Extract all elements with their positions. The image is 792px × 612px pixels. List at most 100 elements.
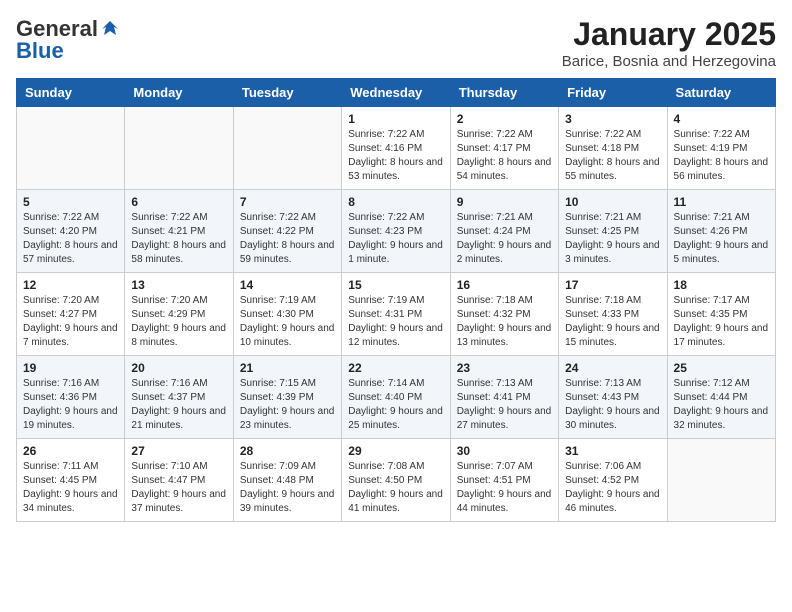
day-info: Sunrise: 7:22 AMSunset: 4:21 PMDaylight:… (131, 211, 226, 267)
calendar-week-row: 1Sunrise: 7:22 AMSunset: 4:16 PMDaylight… (17, 107, 776, 190)
calendar-cell: 3Sunrise: 7:22 AMSunset: 4:18 PMDaylight… (559, 107, 667, 190)
day-number: 8 (348, 195, 443, 209)
day-number: 11 (674, 195, 769, 209)
day-number: 5 (23, 195, 118, 209)
calendar-cell (17, 107, 125, 190)
logo-bird-icon (100, 19, 120, 39)
weekday-header: Wednesday (342, 79, 450, 107)
day-number: 4 (674, 112, 769, 126)
day-number: 17 (565, 278, 660, 292)
day-info: Sunrise: 7:09 AMSunset: 4:48 PMDaylight:… (240, 460, 335, 516)
day-number: 23 (457, 361, 552, 375)
calendar-cell: 18 Sunrise: 7:17 AMSunset: 4:35 PMDayligh… (667, 273, 775, 356)
calendar-cell: 26 Sunrise: 7:11 AMSunset: 4:45 PMDayligh… (17, 439, 125, 522)
title-block: January 2025 Barice, Bosnia and Herzegov… (562, 16, 776, 70)
day-number: 31 (565, 444, 660, 458)
calendar-cell: 10 Sunrise: 7:21 AMSunset: 4:25 PMDayligh… (559, 190, 667, 273)
weekday-header: Thursday (450, 79, 558, 107)
day-info: Sunrise: 7:19 AMSunset: 4:31 PMDaylight:… (348, 294, 443, 350)
calendar-cell: 24 Sunrise: 7:13 AMSunset: 4:43 PMDayligh… (559, 356, 667, 439)
day-number: 24 (565, 361, 660, 375)
calendar-cell: 4 Sunrise: 7:22 AMSunset: 4:19 PMDaylight… (667, 107, 775, 190)
logo-blue: Blue (16, 38, 64, 64)
day-info: Sunrise: 7:22 AMSunset: 4:19 PMDaylight:… (674, 128, 769, 184)
calendar-cell (233, 107, 341, 190)
calendar-week-row: 5Sunrise: 7:22 AMSunset: 4:20 PMDaylight… (17, 190, 776, 273)
day-number: 16 (457, 278, 552, 292)
location-subtitle: Barice, Bosnia and Herzegovina (562, 53, 776, 70)
day-number: 9 (457, 195, 552, 209)
page-header: General Blue January 2025 Barice, Bosnia… (16, 16, 776, 70)
day-info: Sunrise: 7:18 AMSunset: 4:33 PMDaylight:… (565, 294, 660, 350)
calendar-cell: 1Sunrise: 7:22 AMSunset: 4:16 PMDaylight… (342, 107, 450, 190)
calendar-cell: 31 Sunrise: 7:06 AMSunset: 4:52 PMDayligh… (559, 439, 667, 522)
calendar-cell: 5Sunrise: 7:22 AMSunset: 4:20 PMDaylight… (17, 190, 125, 273)
calendar-cell: 25 Sunrise: 7:12 AMSunset: 4:44 PMDayligh… (667, 356, 775, 439)
day-number: 25 (674, 361, 769, 375)
day-info: Sunrise: 7:08 AMSunset: 4:50 PMDaylight:… (348, 460, 443, 516)
day-info: Sunrise: 7:16 AMSunset: 4:37 PMDaylight:… (131, 377, 226, 433)
day-info: Sunrise: 7:21 AMSunset: 4:25 PMDaylight:… (565, 211, 660, 267)
day-number: 1 (348, 112, 443, 126)
calendar-cell: 6Sunrise: 7:22 AMSunset: 4:21 PMDaylight… (125, 190, 233, 273)
weekday-header-row: SundayMondayTuesdayWednesdayThursdayFrid… (17, 79, 776, 107)
day-number: 26 (23, 444, 118, 458)
day-info: Sunrise: 7:20 AMSunset: 4:27 PMDaylight:… (23, 294, 118, 350)
day-number: 7 (240, 195, 335, 209)
calendar-cell: 12 Sunrise: 7:20 AMSunset: 4:27 PMDayligh… (17, 273, 125, 356)
day-number: 19 (23, 361, 118, 375)
day-number: 30 (457, 444, 552, 458)
calendar-cell: 7 Sunrise: 7:22 AMSunset: 4:22 PMDaylight… (233, 190, 341, 273)
calendar-cell: 23 Sunrise: 7:13 AMSunset: 4:41 PMDayligh… (450, 356, 558, 439)
calendar-cell: 8 Sunrise: 7:22 AMSunset: 4:23 PMDaylight… (342, 190, 450, 273)
day-info: Sunrise: 7:20 AMSunset: 4:29 PMDaylight:… (131, 294, 226, 350)
day-info: Sunrise: 7:10 AMSunset: 4:47 PMDaylight:… (131, 460, 226, 516)
day-number: 22 (348, 361, 443, 375)
day-info: Sunrise: 7:21 AMSunset: 4:24 PMDaylight:… (457, 211, 552, 267)
day-info: Sunrise: 7:18 AMSunset: 4:32 PMDaylight:… (457, 294, 552, 350)
day-number: 27 (131, 444, 226, 458)
day-info: Sunrise: 7:15 AMSunset: 4:39 PMDaylight:… (240, 377, 335, 433)
day-info: Sunrise: 7:22 AMSunset: 4:23 PMDaylight:… (348, 211, 443, 267)
day-info: Sunrise: 7:16 AMSunset: 4:36 PMDaylight:… (23, 377, 118, 433)
day-info: Sunrise: 7:07 AMSunset: 4:51 PMDaylight:… (457, 460, 552, 516)
weekday-header: Tuesday (233, 79, 341, 107)
calendar-cell: 20Sunrise: 7:16 AMSunset: 4:37 PMDayligh… (125, 356, 233, 439)
day-info: Sunrise: 7:19 AMSunset: 4:30 PMDaylight:… (240, 294, 335, 350)
day-number: 29 (348, 444, 443, 458)
day-info: Sunrise: 7:13 AMSunset: 4:41 PMDaylight:… (457, 377, 552, 433)
calendar-cell: 19 Sunrise: 7:16 AMSunset: 4:36 PMDayligh… (17, 356, 125, 439)
day-number: 28 (240, 444, 335, 458)
day-number: 12 (23, 278, 118, 292)
calendar-cell: 2 Sunrise: 7:22 AMSunset: 4:17 PMDaylight… (450, 107, 558, 190)
day-info: Sunrise: 7:13 AMSunset: 4:43 PMDaylight:… (565, 377, 660, 433)
day-info: Sunrise: 7:11 AMSunset: 4:45 PMDaylight:… (23, 460, 118, 516)
day-number: 3 (565, 112, 660, 126)
day-info: Sunrise: 7:06 AMSunset: 4:52 PMDaylight:… (565, 460, 660, 516)
day-number: 18 (674, 278, 769, 292)
day-info: Sunrise: 7:12 AMSunset: 4:44 PMDaylight:… (674, 377, 769, 433)
calendar-cell (125, 107, 233, 190)
calendar-week-row: 19 Sunrise: 7:16 AMSunset: 4:36 PMDayligh… (17, 356, 776, 439)
calendar-cell: 27 Sunrise: 7:10 AMSunset: 4:47 PMDayligh… (125, 439, 233, 522)
day-number: 21 (240, 361, 335, 375)
day-number: 15 (348, 278, 443, 292)
calendar-cell: 9 Sunrise: 7:21 AMSunset: 4:24 PMDaylight… (450, 190, 558, 273)
calendar-cell: 11 Sunrise: 7:21 AMSunset: 4:26 PMDayligh… (667, 190, 775, 273)
logo: General Blue (16, 16, 120, 64)
calendar-cell: 13Sunrise: 7:20 AMSunset: 4:29 PMDayligh… (125, 273, 233, 356)
day-number: 14 (240, 278, 335, 292)
day-number: 10 (565, 195, 660, 209)
calendar-week-row: 12 Sunrise: 7:20 AMSunset: 4:27 PMDayligh… (17, 273, 776, 356)
day-info: Sunrise: 7:21 AMSunset: 4:26 PMDaylight:… (674, 211, 769, 267)
calendar-cell: 30 Sunrise: 7:07 AMSunset: 4:51 PMDayligh… (450, 439, 558, 522)
calendar-table: SundayMondayTuesdayWednesdayThursdayFrid… (16, 78, 776, 522)
day-info: Sunrise: 7:17 AMSunset: 4:35 PMDaylight:… (674, 294, 769, 350)
calendar-week-row: 26 Sunrise: 7:11 AMSunset: 4:45 PMDayligh… (17, 439, 776, 522)
weekday-header: Monday (125, 79, 233, 107)
weekday-header: Saturday (667, 79, 775, 107)
day-number: 2 (457, 112, 552, 126)
day-info: Sunrise: 7:22 AMSunset: 4:22 PMDaylight:… (240, 211, 335, 267)
day-info: Sunrise: 7:22 AMSunset: 4:17 PMDaylight:… (457, 128, 552, 184)
calendar-cell: 14 Sunrise: 7:19 AMSunset: 4:30 PMDayligh… (233, 273, 341, 356)
